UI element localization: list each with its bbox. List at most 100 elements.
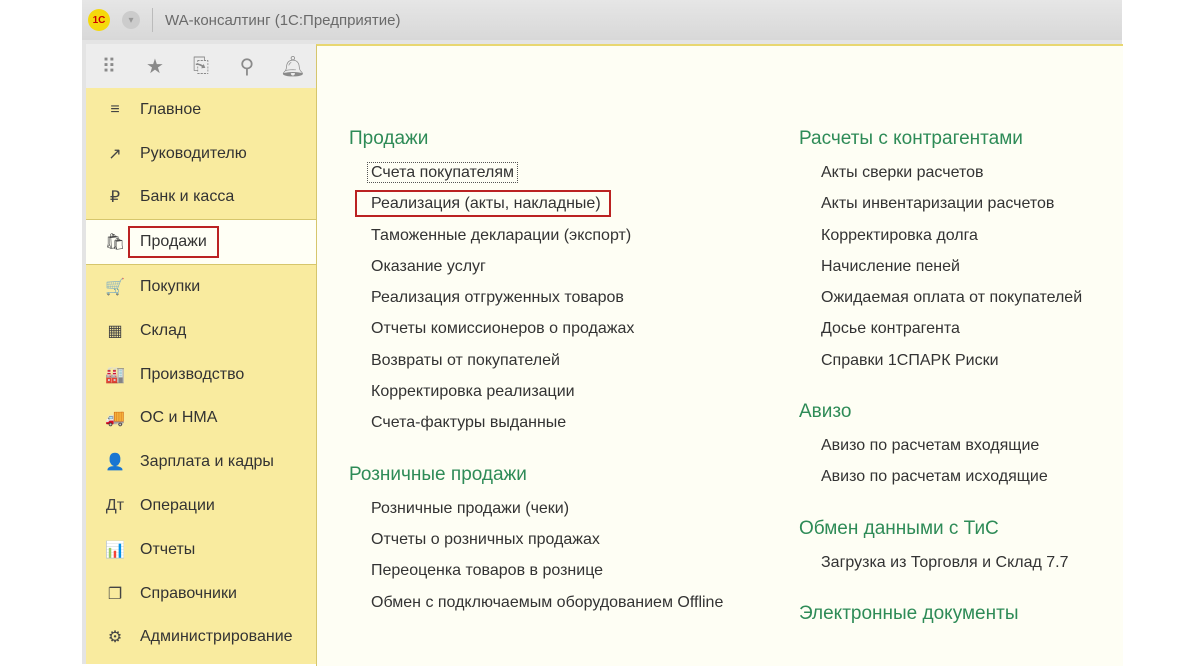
sidebar-item[interactable]: ▦ Склад <box>86 309 316 353</box>
section-icon: 🛍 <box>104 234 126 252</box>
nav-link[interactable]: Счета-фактуры выданные <box>349 412 723 443</box>
link-label[interactable]: Начисление пеней <box>821 258 960 275</box>
link-label[interactable]: Счета-фактуры выданные <box>371 414 566 431</box>
nav-link[interactable]: Розничные продажи (чеки) <box>349 498 723 529</box>
nav-link[interactable]: Обмен с подключаемым оборудованием Offli… <box>349 592 723 623</box>
sidebar-item[interactable]: 🏭 Производство <box>86 353 316 397</box>
sidebar-item[interactable]: 🛒 Покупки <box>86 265 316 309</box>
nav-link[interactable]: Ожидаемая оплата от покупателей <box>799 287 1082 318</box>
search-icon[interactable]: ⚲ <box>224 54 270 79</box>
divider <box>152 8 153 32</box>
main-menu-button[interactable]: ▾ <box>122 11 140 29</box>
nav-link[interactable]: Справки 1СПАРК Риски <box>799 350 1082 381</box>
nav-link[interactable]: Возвраты от покупателей <box>349 350 723 381</box>
sidebar-item-label: Продажи <box>128 226 219 259</box>
star-icon[interactable]: ★ <box>132 54 178 79</box>
group-title[interactable]: Обмен данными с ТиС <box>799 518 1082 540</box>
link-label[interactable]: Акты инвентаризации расчетов <box>821 195 1054 212</box>
link-label[interactable]: Авизо по расчетам входящие <box>821 437 1039 454</box>
section-icon: ↗ <box>108 145 122 163</box>
right-column: Расчеты с контрагентами Акты сверки расче… <box>799 128 1082 637</box>
nav-link[interactable]: Загрузка из Торговля и Склад 7.7 <box>799 552 1082 583</box>
link-label[interactable]: Корректировка долга <box>821 227 978 244</box>
link-label[interactable]: Отчеты о розничных продажах <box>371 531 600 548</box>
group-title[interactable]: Розничные продажи <box>349 464 723 486</box>
sidebar-item[interactable]: ₽ Банк и касса <box>86 176 316 220</box>
nav-link[interactable]: Оказание услуг <box>349 256 723 287</box>
sidebar-item-label: Банк и касса <box>140 188 235 206</box>
nav-link[interactable]: Акты сверки расчетов <box>799 162 1082 193</box>
group-title[interactable]: Авизо <box>799 401 1082 423</box>
link-label[interactable]: Оказание услуг <box>371 258 486 275</box>
link-label[interactable]: Реализация (акты, накладные) <box>355 190 611 218</box>
sidebar-item-label: Главное <box>140 100 202 118</box>
sidebar-item[interactable]: ≡ Главное <box>86 88 316 132</box>
link-label[interactable]: Справки 1СПАРК Риски <box>821 352 999 369</box>
sidebar-item-label: Производство <box>140 365 245 383</box>
nav-link[interactable]: Авизо по расчетам исходящие <box>799 466 1082 497</box>
history-icon[interactable]: ⎘ <box>178 55 224 78</box>
section-icon: 🛒 <box>105 279 125 297</box>
section-icon: 🚚 <box>105 410 125 428</box>
apps-icon[interactable]: ⠿ <box>86 54 132 79</box>
nav-link[interactable]: Таможенные декларации (экспорт) <box>349 225 723 256</box>
link-label[interactable]: Розничные продажи (чеки) <box>371 500 569 517</box>
sidebar-item-label: Операции <box>140 497 215 515</box>
nav-link[interactable]: Счета покупателям <box>349 162 723 193</box>
sidebar-item-label: Отчеты <box>140 540 196 558</box>
link-label[interactable]: Счета покупателям <box>367 162 519 183</box>
sidebar-item-label: Склад <box>140 321 187 339</box>
sidebar-item[interactable]: 🚚 ОС и НМА <box>86 397 316 441</box>
nav-link[interactable]: Акты инвентаризации расчетов <box>799 193 1082 224</box>
content-panel: Продажи Счета покупателям Реализация (акты… <box>316 44 1123 666</box>
section-icon: ₽ <box>109 189 121 207</box>
group-title[interactable]: Расчеты с контрагентами <box>799 128 1082 150</box>
group-title[interactable]: Продажи <box>349 128 723 150</box>
sidebar-item-label: Руководителю <box>140 144 247 162</box>
nav-link[interactable]: Начисление пеней <box>799 256 1082 287</box>
sidebar-item[interactable]: 🛍 Продажи <box>86 219 316 266</box>
link-label[interactable]: Реализация отгруженных товаров <box>371 289 624 306</box>
sidebar-item[interactable]: 📊 Отчеты <box>86 528 316 572</box>
toolbar: ⠿ ★ ⎘ ⚲ 🔔︎ <box>86 44 316 88</box>
nav-link[interactable]: Отчеты комиссионеров о продажах <box>349 318 723 349</box>
section-icon: 🏭 <box>105 366 125 384</box>
link-label[interactable]: Переоценка товаров в рознице <box>371 562 603 579</box>
link-label[interactable]: Акты сверки расчетов <box>821 164 984 181</box>
link-label[interactable]: Отчеты комиссионеров о продажах <box>371 320 634 337</box>
window-title: WA-консалтинг (1С:Предприятие) <box>165 11 401 29</box>
link-label[interactable]: Таможенные декларации (экспорт) <box>371 227 631 244</box>
link-label[interactable]: Ожидаемая оплата от покупателей <box>821 289 1082 306</box>
sidebar-item[interactable]: Дт Операции <box>86 484 316 528</box>
sidebar-item[interactable]: ⚙ Администрирование <box>86 616 316 660</box>
bell-icon[interactable]: 🔔︎ <box>270 54 316 79</box>
nav-link[interactable]: Корректировка реализации <box>349 381 723 412</box>
nav-link[interactable]: Авизо по расчетам входящие <box>799 435 1082 466</box>
link-label[interactable]: Досье контрагента <box>821 320 960 337</box>
section-icon: ▦ <box>107 322 123 340</box>
1c-logo-icon: 1С <box>88 9 110 31</box>
sidebar-item[interactable]: ❐ Справочники <box>86 572 316 616</box>
nav-link[interactable]: Переоценка товаров в рознице <box>349 560 723 591</box>
link-label[interactable]: Возвраты от покупателей <box>371 352 560 369</box>
title-bar: 1С ▾ WA-консалтинг (1С:Предприятие) <box>82 0 1122 40</box>
nav-link[interactable]: Досье контрагента <box>799 318 1082 349</box>
group-title[interactable]: Электронные документы <box>799 603 1082 625</box>
sidebar-item-label: Администрирование <box>140 628 293 646</box>
section-icon: 📊 <box>105 541 125 559</box>
nav-link[interactable]: Отчеты о розничных продажах <box>349 529 723 560</box>
link-label[interactable]: Корректировка реализации <box>371 383 575 400</box>
sidebar-item[interactable]: 👤 Зарплата и кадры <box>86 440 316 484</box>
link-label[interactable]: Загрузка из Торговля и Склад 7.7 <box>821 554 1069 571</box>
link-label[interactable]: Обмен с подключаемым оборудованием Offli… <box>371 594 723 611</box>
nav-link[interactable]: Реализация отгруженных товаров <box>349 287 723 318</box>
link-label[interactable]: Авизо по расчетам исходящие <box>821 468 1048 485</box>
nav-link[interactable]: Реализация (акты, накладные) <box>349 190 723 224</box>
sidebar: ≡ Главное ↗ Руководителю ₽ Банк и касса 🛍 Прода… <box>86 88 317 664</box>
sidebar-item-label: Справочники <box>140 584 237 602</box>
sidebar-item-label: Зарплата и кадры <box>140 453 274 471</box>
sidebar-item[interactable]: ↗ Руководителю <box>86 132 316 176</box>
sidebar-item-label: Покупки <box>140 278 201 296</box>
section-icon: Дт <box>105 497 125 515</box>
nav-link[interactable]: Корректировка долга <box>799 225 1082 256</box>
